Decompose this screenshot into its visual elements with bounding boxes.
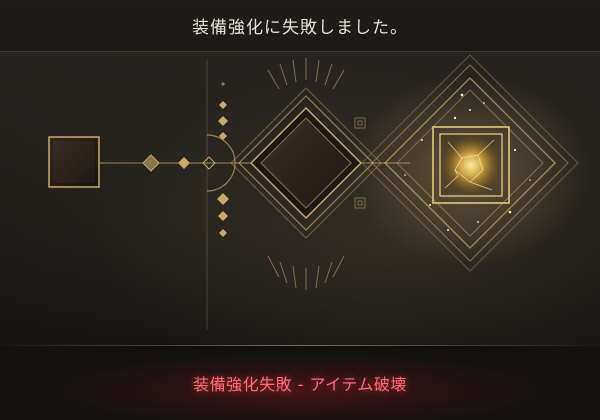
result-banner: 装備強化失敗 - アイテム破壊 <box>0 346 600 420</box>
notification-header: 装備強化に失敗しました。 <box>0 0 600 52</box>
result-item-slot[interactable] <box>432 126 510 204</box>
base-item-slot[interactable] <box>48 136 100 188</box>
result-message: 装備強化失敗 - アイテム破壊 <box>193 375 407 394</box>
ornament-diamonds-icon <box>217 82 229 237</box>
page-title: 装備強化に失敗しました。 <box>192 18 408 38</box>
enhance-panel <box>48 54 590 330</box>
